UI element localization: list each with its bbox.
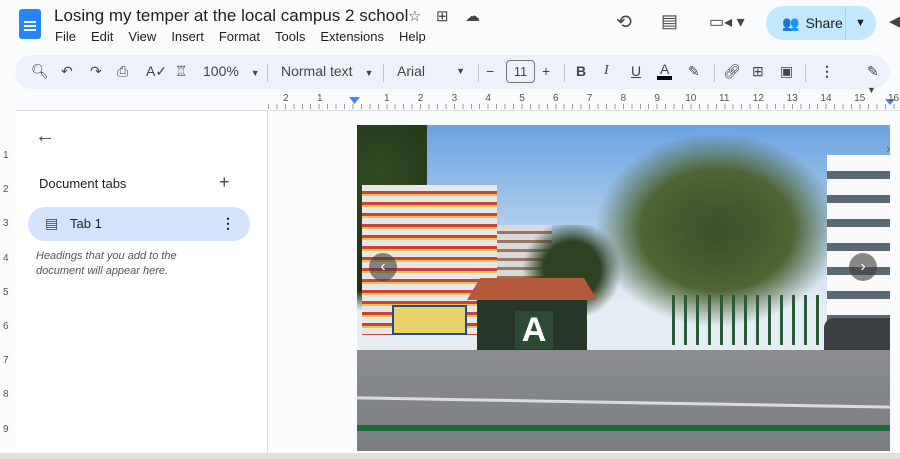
decrease-font-size-button[interactable]: − <box>486 63 494 79</box>
gate-sign: A <box>515 311 553 349</box>
people-icon: 👥 <box>782 14 800 31</box>
vertical-ruler[interactable]: 1 2 3 4 5 6 7 8 9 <box>0 110 14 455</box>
font-size-input[interactable]: 11 <box>506 60 535 83</box>
menu-tools[interactable]: Tools <box>275 29 305 44</box>
tab-options-icon[interactable]: ⋮ <box>221 215 235 232</box>
spellcheck-icon[interactable]: A✓ <box>146 63 167 80</box>
undo-icon[interactable]: ↶ <box>61 63 73 80</box>
meet-icon[interactable]: ▭◂ ▾ <box>709 12 745 32</box>
comments-icon[interactable]: ▤ <box>661 11 678 32</box>
search-icon[interactable]: 🔍︎ <box>31 63 49 80</box>
ruler-number: 11 <box>719 93 730 104</box>
print-icon[interactable]: ⎙ <box>117 63 128 80</box>
cloud-saved-icon[interactable]: ☁ <box>465 7 480 25</box>
tab-1[interactable]: ▤ Tab 1 ⋮ <box>28 207 250 241</box>
document-title[interactable]: Losing my temper at the local campus 2 s… <box>54 6 408 26</box>
ruler-number: 1 <box>384 93 390 104</box>
toolbar: 🔍︎ ↶ ↷ ⎙ A✓ ♖ 100% ▼ Normal text ▼ Arial… <box>15 55 890 95</box>
ruler-number: 6 <box>3 321 9 332</box>
version-history-icon[interactable]: ⟲ <box>616 11 632 34</box>
horizontal-ruler[interactable]: 2 1 1 2 3 4 5 6 7 8 9 10 11 12 13 14 15 16 <box>268 93 900 110</box>
docs-logo[interactable] <box>19 9 41 39</box>
menu-file[interactable]: File <box>55 29 76 44</box>
campus-gate-photo[interactable]: A ‹ › <box>357 125 890 451</box>
menu-help[interactable]: Help <box>399 29 426 44</box>
ruler-number: 7 <box>3 355 9 367</box>
paint-format-icon[interactable]: ♖ <box>175 63 188 80</box>
text-color-button[interactable]: A <box>657 62 673 80</box>
menu-format[interactable]: Format <box>219 29 260 44</box>
ruler-number: 16 <box>888 93 900 104</box>
share-button[interactable]: 👥 Share ▼ <box>766 6 876 40</box>
star-icon[interactable]: ☆ <box>408 7 421 25</box>
ruler-number: 10 <box>685 93 697 104</box>
bold-button[interactable]: B <box>576 63 586 79</box>
ruler-number: 1 <box>3 150 9 161</box>
editing-mode-icon[interactable]: ✎ ▼ <box>867 63 890 96</box>
ruler-number: 7 <box>586 93 593 104</box>
document-icon: ▤ <box>45 215 59 231</box>
menu-edit[interactable]: Edit <box>91 29 113 44</box>
previous-image-button[interactable]: ‹ <box>369 253 397 281</box>
ruler-number: 12 <box>752 93 764 104</box>
move-folder-icon[interactable]: ⊞ <box>436 7 449 25</box>
tab-label: Tab 1 <box>70 216 102 231</box>
ruler-number: 2 <box>3 184 9 196</box>
ruler-number: 4 <box>485 93 491 104</box>
insert-image-icon[interactable]: ▣ <box>780 63 793 80</box>
menu-insert[interactable]: Insert <box>171 29 204 44</box>
ruler-number: 4 <box>3 252 9 264</box>
link-icon[interactable]: 🔗︎ <box>723 63 741 80</box>
document-outline-sidebar: ← Document tabs + ▤ Tab 1 ⋮ Headings tha… <box>15 110 268 455</box>
gemini-icon[interactable]: ◀ <box>889 12 900 30</box>
menu-extensions[interactable]: Extensions <box>320 29 384 44</box>
ruler-number: 2 <box>417 93 424 104</box>
ruler-number: 6 <box>553 93 559 104</box>
share-label: Share <box>805 15 843 31</box>
ruler-number: 15 <box>854 93 866 104</box>
more-options-icon[interactable]: ⋮ <box>820 63 834 80</box>
next-image-button[interactable]: › <box>849 253 877 281</box>
ruler-number: 2 <box>283 93 289 104</box>
menu-bar: File Edit View Insert Format Tools Exten… <box>55 29 426 44</box>
ruler-number: 3 <box>451 93 458 104</box>
underline-button[interactable]: U <box>631 63 641 79</box>
ruler-number: 5 <box>519 93 525 104</box>
redo-icon[interactable]: ↷ <box>90 63 102 80</box>
ruler-number: 9 <box>3 423 9 435</box>
indent-marker[interactable] <box>349 97 360 104</box>
style-select[interactable]: Normal text ▼ <box>281 63 373 79</box>
back-arrow-icon[interactable]: ← <box>35 125 55 148</box>
ruler-number: 5 <box>3 286 9 298</box>
add-comment-icon[interactable]: ⊞ <box>752 63 764 80</box>
font-select[interactable]: Arial ▼ <box>397 63 465 79</box>
highlight-icon[interactable]: ✎ <box>688 63 700 80</box>
horizontal-scrollbar[interactable] <box>0 453 900 459</box>
ruler-number: 13 <box>786 93 798 104</box>
ruler-number: 8 <box>620 93 627 104</box>
menu-view[interactable]: View <box>128 29 156 44</box>
outline-hint: Headings that you add to the document wi… <box>36 250 177 277</box>
expand-chevron-icon[interactable]: › <box>886 140 891 156</box>
ruler-number: 3 <box>3 218 9 230</box>
add-tab-icon[interactable]: + <box>219 172 230 193</box>
italic-button[interactable]: I <box>604 63 609 79</box>
ruler-number: 1 <box>317 93 323 104</box>
document-tabs-heading: Document tabs <box>39 176 127 191</box>
ruler-number: 14 <box>820 93 832 104</box>
ruler-number: 8 <box>3 389 9 401</box>
share-dropdown-icon[interactable]: ▼ <box>846 17 866 29</box>
increase-font-size-button[interactable]: + <box>542 63 550 79</box>
ruler-number: 9 <box>654 93 660 104</box>
zoom-select[interactable]: 100% ▼ <box>203 63 260 79</box>
